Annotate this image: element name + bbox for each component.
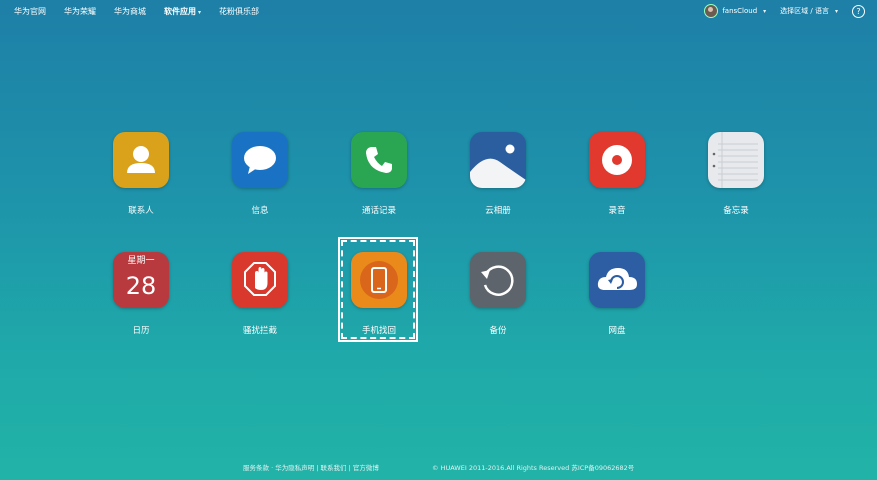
top-bar: 华为官网 华为荣耀 华为商城 软件应用 ▾ 花粉俱乐部 fansCloud ▾ 选… — [0, 0, 877, 24]
block-hand-icon — [232, 252, 288, 308]
app-call-log[interactable]: 通话记录 — [329, 132, 429, 216]
nav-honor[interactable]: 华为荣耀 — [64, 6, 96, 17]
chevron-down-icon: ▾ — [763, 7, 767, 15]
region-language-selector[interactable]: 选择区域 / 语言 ▾ — [780, 6, 838, 16]
help-icon[interactable]: ? — [852, 4, 865, 18]
nav-software-apps-label: 软件应用 — [164, 7, 196, 16]
calendar-icon: 星期一 28 — [113, 252, 169, 308]
nav-fans-club[interactable]: 花粉俱乐部 — [219, 6, 259, 17]
app-calendar[interactable]: 星期一 28 日历 — [91, 252, 191, 336]
top-right-tools: fansCloud ▾ 选择区域 / 语言 ▾ ? — [704, 4, 865, 18]
calendar-weekday: 星期一 — [127, 256, 155, 266]
app-cloud-drive[interactable]: 网盘 — [567, 252, 667, 336]
app-label: 云相册 — [485, 206, 511, 216]
app-label: 骚扰拦截 — [242, 326, 277, 336]
gallery-icon — [470, 132, 526, 188]
nav-huawei-official[interactable]: 华为官网 — [14, 6, 46, 17]
user-menu[interactable]: fansCloud ▾ — [704, 4, 766, 18]
app-cloud-album[interactable]: 云相册 — [448, 132, 548, 216]
app-recorder[interactable]: 录音 — [567, 132, 667, 216]
app-notes[interactable]: 备忘录 — [686, 132, 786, 216]
chevron-down-icon: ▾ — [834, 7, 838, 15]
backup-icon — [470, 252, 526, 308]
top-nav: 华为官网 华为荣耀 华为商城 软件应用 ▾ 花粉俱乐部 — [14, 6, 259, 17]
app-label: 备忘录 — [723, 206, 749, 216]
app-label: 信息 — [251, 206, 269, 216]
calendar-day: 28 — [125, 272, 157, 300]
app-label: 日历 — [132, 326, 150, 336]
nav-software-apps[interactable]: 软件应用 ▾ — [164, 6, 201, 17]
message-icon — [232, 132, 288, 188]
app-backup[interactable]: 备份 — [448, 252, 548, 336]
notepad-icon — [708, 132, 764, 188]
nav-vmall[interactable]: 华为商城 — [114, 6, 146, 17]
record-icon — [589, 132, 645, 188]
app-harassment-block[interactable]: 骚扰拦截 — [210, 252, 310, 336]
cloud-icon — [589, 252, 645, 308]
app-messages[interactable]: 信息 — [210, 132, 310, 216]
phone-icon — [351, 132, 407, 188]
footer-copyright: © HUAWEI 2011-2016.All Rights Reserved 苏… — [432, 464, 635, 472]
help-glyph: ? — [856, 6, 861, 16]
region-label: 选择区域 / 语言 — [780, 7, 829, 15]
app-label: 备份 — [489, 326, 507, 336]
app-label: 通话记录 — [361, 206, 396, 216]
chevron-down-icon: ▾ — [198, 9, 202, 16]
app-contacts[interactable]: 联系人 — [91, 132, 191, 216]
app-label: 网盘 — [608, 326, 626, 336]
footer-links[interactable]: 服务条款 · 华为隐私声明 | 联系我们 | 官方微博 — [243, 462, 379, 472]
contacts-icon — [113, 132, 169, 188]
user-name: fansCloud — [722, 7, 758, 15]
app-label: 录音 — [608, 206, 626, 216]
avatar — [704, 4, 719, 18]
app-label: 联系人 — [128, 206, 154, 216]
selection-highlight — [338, 237, 418, 342]
